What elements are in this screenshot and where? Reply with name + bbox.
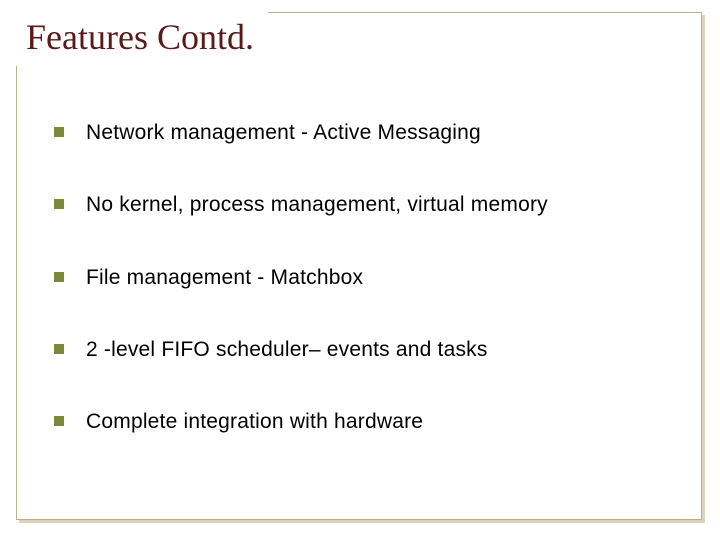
slide: Features Contd. Network management - Act… xyxy=(0,0,720,540)
bullet-icon xyxy=(54,127,64,137)
bullet-text: Network management - Active Messaging xyxy=(86,120,481,146)
slide-body: Network management - Active Messaging No… xyxy=(54,120,680,481)
list-item: Network management - Active Messaging xyxy=(54,120,680,146)
list-item: 2 -level FIFO scheduler– events and task… xyxy=(54,337,680,363)
title-container: Features Contd. xyxy=(16,12,268,66)
bullet-icon xyxy=(54,272,64,282)
bullet-text: File management - Matchbox xyxy=(86,265,363,291)
bullet-text: Complete integration with hardware xyxy=(86,409,423,435)
bullet-icon xyxy=(54,199,64,209)
bullet-text: No kernel, process management, virtual m… xyxy=(86,192,548,218)
bullet-icon xyxy=(54,416,64,426)
slide-title: Features Contd. xyxy=(26,18,254,58)
list-item: Complete integration with hardware xyxy=(54,409,680,435)
bullet-icon xyxy=(54,344,64,354)
list-item: File management - Matchbox xyxy=(54,265,680,291)
bullet-text: 2 -level FIFO scheduler– events and task… xyxy=(86,337,488,363)
list-item: No kernel, process management, virtual m… xyxy=(54,192,680,218)
